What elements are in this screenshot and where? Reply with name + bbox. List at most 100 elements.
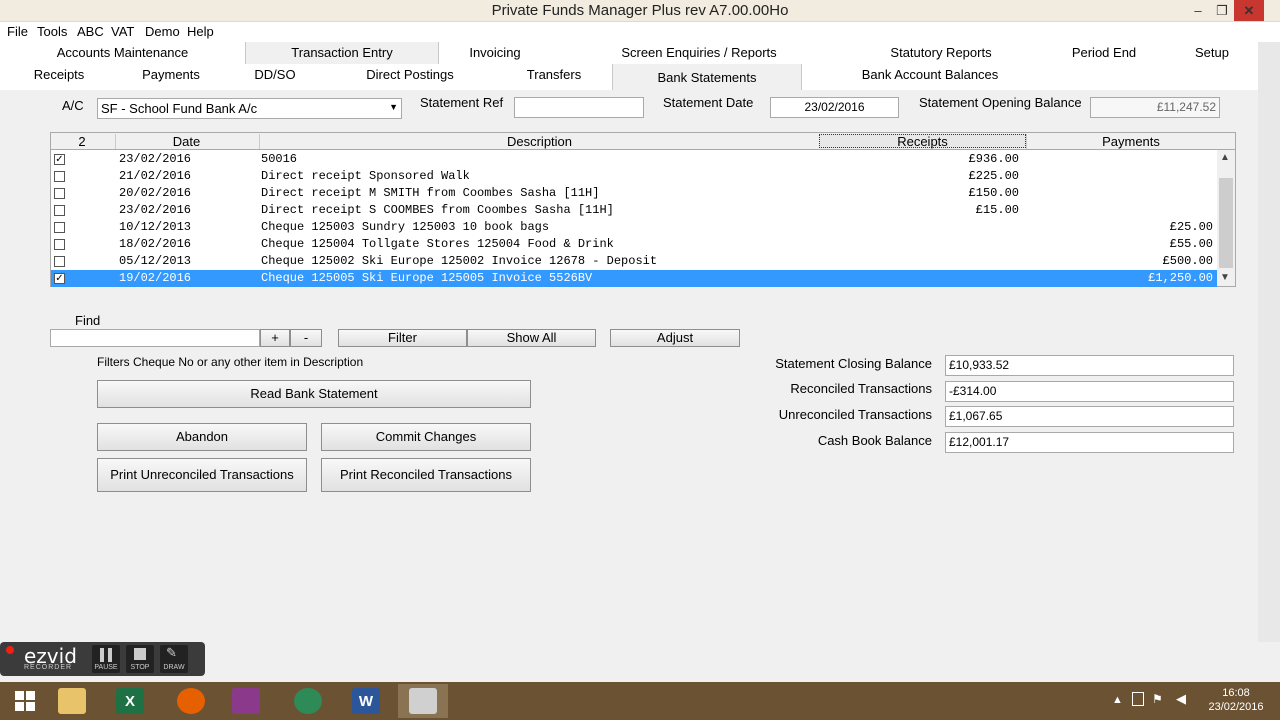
table-row[interactable]: 18/02/2016 Cheque 125004 Tollgate Stores… — [51, 236, 1217, 253]
record-dot-icon — [6, 646, 14, 654]
menu-file[interactable]: File — [7, 24, 28, 39]
scroll-thumb[interactable] — [1219, 178, 1233, 268]
statement-date-field[interactable]: 23/02/2016 — [770, 97, 899, 118]
statement-date-label: Statement Date — [663, 95, 754, 110]
row-checkbox[interactable] — [54, 222, 65, 233]
tab-transfers[interactable]: Transfers — [518, 67, 590, 82]
taskbar-excel[interactable]: X — [105, 684, 155, 718]
draw-button[interactable]: ✎ DRAW — [160, 645, 188, 673]
row-date: 23/02/2016 — [119, 152, 192, 166]
row-date: 18/02/2016 — [119, 237, 192, 251]
taskbar-word[interactable]: W — [341, 684, 391, 718]
row-checkbox[interactable] — [54, 205, 65, 216]
tray-up-icon[interactable]: ▲ — [1112, 694, 1123, 706]
word-icon: W — [352, 688, 380, 714]
row-checkbox[interactable]: ✓ — [54, 273, 65, 284]
row-checkbox[interactable] — [54, 188, 65, 199]
tab-transaction-entry[interactable]: Transaction Entry — [245, 42, 439, 64]
taskbar-firefox[interactable] — [166, 684, 216, 718]
stop-button[interactable]: STOP — [126, 645, 154, 673]
table-row[interactable]: ✓ 23/02/2016 50016 £936.00 — [51, 151, 1217, 168]
tab-statutory-reports[interactable]: Statutory Reports — [880, 45, 1002, 60]
find-minus-button[interactable]: - — [290, 329, 322, 347]
row-receipts: £225.00 — [968, 169, 1019, 183]
folder-icon — [58, 688, 86, 714]
scroll-up-icon[interactable]: ▲ — [1220, 152, 1230, 163]
tab-accounts-maintenance[interactable]: Accounts Maintenance — [50, 45, 195, 60]
table-row[interactable]: 21/02/2016 Direct receipt Sponsored Walk… — [51, 168, 1217, 185]
tray-flag-icon[interactable]: ⚑ — [1152, 692, 1163, 706]
taskbar-green-app[interactable] — [283, 684, 333, 718]
show-all-button[interactable]: Show All — [467, 329, 596, 347]
start-button[interactable] — [0, 684, 50, 718]
read-bank-statement-button[interactable]: Read Bank Statement — [97, 380, 531, 408]
window-title: Private Funds Manager Plus rev A7.00.00H… — [491, 2, 789, 19]
tab-setup[interactable]: Setup — [1190, 45, 1234, 60]
tab-payments[interactable]: Payments — [136, 67, 206, 82]
row-checkbox[interactable] — [54, 239, 65, 250]
menu-bar: File Tools ABC VAT Demo Help — [0, 22, 1280, 42]
grid-count: 2 — [78, 134, 86, 149]
table-row[interactable]: 23/02/2016 Direct receipt S COOMBES from… — [51, 202, 1217, 219]
menu-help[interactable]: Help — [187, 24, 214, 39]
print-reconciled-button[interactable]: Print Reconciled Transactions — [321, 458, 531, 492]
maximize-button[interactable]: ❐ — [1207, 0, 1237, 21]
tab-invoicing[interactable]: Invoicing — [455, 45, 535, 60]
taskbar-app-purple[interactable] — [221, 684, 271, 718]
taskbar-explorer[interactable] — [47, 684, 97, 718]
row-receipts: £15.00 — [975, 203, 1019, 217]
adjust-button[interactable]: Adjust — [610, 329, 740, 347]
header-description[interactable]: Description — [259, 134, 819, 149]
tab-receipts[interactable]: Receipts — [26, 67, 92, 82]
row-checkbox[interactable] — [54, 171, 65, 182]
tray-network-icon[interactable] — [1132, 692, 1144, 706]
abandon-button[interactable]: Abandon — [97, 423, 307, 451]
window-scroll-strip — [1258, 42, 1280, 642]
tab-bank-statements[interactable]: Bank Statements — [612, 64, 802, 90]
row-date: 05/12/2013 — [119, 254, 192, 268]
pause-button[interactable]: PAUSE — [92, 645, 120, 673]
table-row[interactable]: 10/12/2013 Cheque 125003 Sundry 125003 1… — [51, 219, 1217, 236]
tab-bank-account-balances[interactable]: Bank Account Balances — [850, 67, 1010, 82]
menu-demo[interactable]: Demo — [145, 24, 180, 39]
sub-tab-bar: Receipts Payments DD/SO Direct Postings … — [0, 64, 1258, 90]
menu-vat[interactable]: VAT — [111, 24, 134, 39]
find-input[interactable] — [50, 329, 260, 347]
excel-icon: X — [116, 688, 144, 714]
header-date[interactable]: Date — [115, 134, 257, 149]
close-button[interactable]: ✕ — [1234, 0, 1264, 21]
unreconciled-field: £1,067.65 — [945, 406, 1234, 427]
commit-changes-button[interactable]: Commit Changes — [321, 423, 531, 451]
table-row-selected[interactable]: ✓ 19/02/2016 Cheque 125005 Ski Europe 12… — [51, 270, 1217, 287]
pencil-icon: ✎ — [166, 645, 177, 660]
ac-label: A/C — [62, 98, 84, 113]
grid-scrollbar[interactable]: ▲ ▼ — [1217, 150, 1235, 286]
menu-tools[interactable]: Tools — [37, 24, 67, 39]
table-row[interactable]: 20/02/2016 Direct receipt M SMITH from C… — [51, 185, 1217, 202]
scroll-down-icon[interactable]: ▼ — [1220, 272, 1230, 283]
row-checkbox[interactable] — [54, 256, 65, 267]
header-payments[interactable]: Payments — [1026, 134, 1235, 149]
print-unreconciled-button[interactable]: Print Unreconciled Transactions — [97, 458, 307, 492]
tab-dd-so[interactable]: DD/SO — [244, 67, 306, 82]
find-plus-button[interactable]: + — [260, 329, 290, 347]
table-row[interactable]: 05/12/2013 Cheque 125002 Ski Europe 1250… — [51, 253, 1217, 270]
clock-date: 23/02/2016 — [1208, 701, 1264, 713]
filter-button[interactable]: Filter — [338, 329, 467, 347]
statement-ref-field[interactable] — [514, 97, 644, 118]
app-window-icon — [409, 688, 437, 714]
tab-period-end[interactable]: Period End — [1065, 45, 1143, 60]
row-description: Direct receipt S COOMBES from Coombes Sa… — [261, 203, 614, 217]
taskbar-pfm-active[interactable] — [398, 684, 448, 718]
tab-screen-enquiries[interactable]: Screen Enquiries / Reports — [610, 45, 788, 60]
taskbar-clock[interactable]: 16:08 23/02/2016 — [1196, 686, 1276, 714]
tab-direct-postings[interactable]: Direct Postings — [360, 67, 460, 82]
row-date: 20/02/2016 — [119, 186, 192, 200]
row-date: 23/02/2016 — [119, 203, 192, 217]
menu-abc[interactable]: ABC — [77, 24, 104, 39]
ac-select[interactable]: SF - School Fund Bank A/c ▼ — [97, 98, 402, 119]
header-receipts[interactable]: Receipts — [819, 134, 1026, 149]
row-checkbox[interactable]: ✓ — [54, 154, 65, 165]
tray-volume-icon[interactable]: ◀ — [1176, 691, 1186, 707]
row-description: Direct receipt Sponsored Walk — [261, 169, 470, 183]
